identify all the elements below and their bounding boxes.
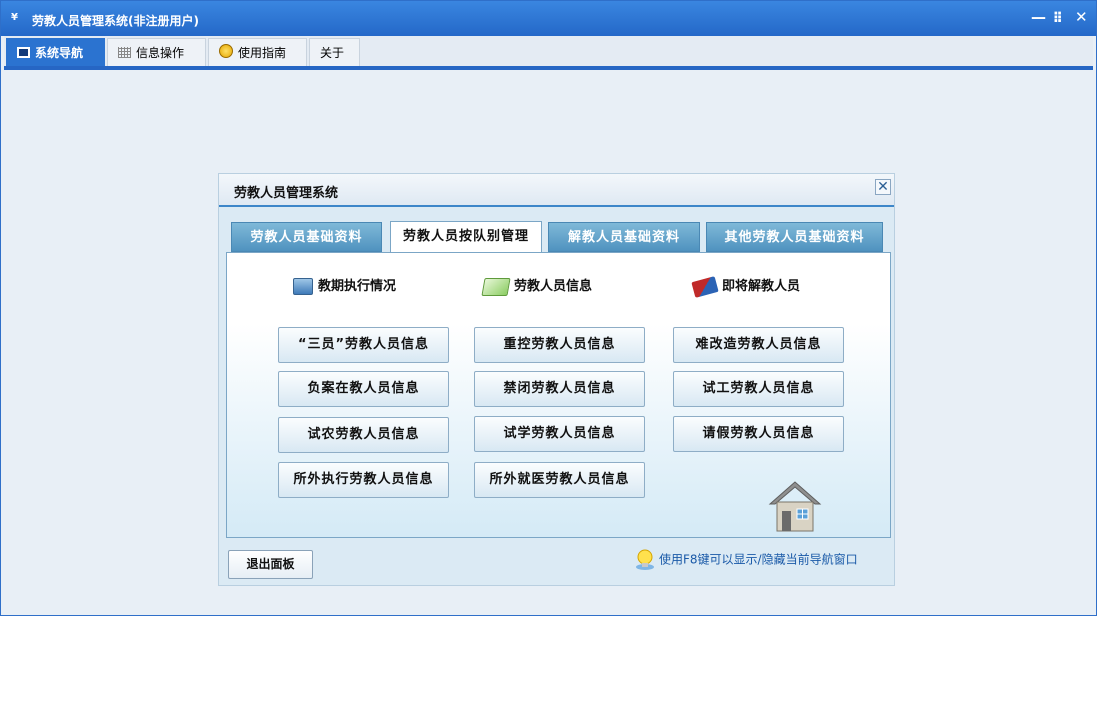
section-term-execution[interactable]: 教期执行情况	[293, 275, 396, 295]
nav-dialog: 劳教人员管理系统 ✕ 劳教人员基础资料 劳教人员按队别管理 解教人员基础资料 其…	[218, 173, 895, 586]
home-icon[interactable]	[768, 479, 822, 533]
tab-other-info[interactable]: 其他劳教人员基础资料	[706, 222, 883, 252]
dialog-header: 劳教人员管理系统 ✕	[219, 174, 894, 207]
menu-item-nav[interactable]: 系统导航	[6, 38, 105, 66]
pending-case-info-button[interactable]: 负案在教人员信息	[278, 371, 449, 407]
hint-text: 使用F8键可以显示/隐藏当前导航窗口	[659, 552, 858, 567]
menu-item-info[interactable]: 信息操作	[107, 38, 206, 66]
key-control-info-button[interactable]: 重控劳教人员信息	[474, 327, 645, 363]
exit-panel-button[interactable]: 退出面板	[228, 550, 313, 579]
tab-released-info[interactable]: 解教人员基础资料	[548, 222, 700, 252]
minimize-icon[interactable]: —	[1031, 8, 1046, 26]
nav-icon	[17, 47, 30, 58]
trial-farm-info-button[interactable]: 试农劳教人员信息	[278, 417, 449, 453]
restore-icon[interactable]: ⁝⁝	[1053, 8, 1063, 26]
guide-icon	[219, 44, 233, 58]
three-members-info-button[interactable]: “三员”劳教人员信息	[278, 327, 449, 363]
section-label: 即将解教人员	[722, 279, 801, 294]
monitor-icon	[293, 278, 313, 295]
tab-basic-info[interactable]: 劳教人员基础资料	[231, 222, 382, 252]
section-label: 劳教人员信息	[514, 279, 593, 294]
menu-bar: 系统导航 信息操作 使用指南 关于	[4, 36, 1093, 70]
trial-study-info-button[interactable]: 试学劳教人员信息	[474, 416, 645, 452]
trial-work-info-button[interactable]: 试工劳教人员信息	[673, 371, 844, 407]
dialog-title: 劳教人员管理系统	[234, 186, 339, 201]
confinement-info-button[interactable]: 禁闭劳教人员信息	[474, 371, 645, 407]
close-icon[interactable]: ✕	[1075, 8, 1088, 26]
window-title: 劳教人员管理系统(非注册用户)	[32, 14, 199, 28]
tab-panel: 教期执行情况 劳教人员信息 即将解教人员 “三员”劳教人员信息 重控劳教人员信息…	[226, 252, 891, 538]
menu-label: 使用指南	[238, 46, 287, 60]
section-label: 教期执行情况	[318, 279, 397, 294]
leave-info-button[interactable]: 请假劳教人员信息	[673, 416, 844, 452]
app-icon: ¥	[11, 12, 18, 23]
f8-hint: 使用F8键可以显示/隐藏当前导航窗口	[634, 548, 858, 572]
menu-label: 关于	[320, 46, 345, 60]
hard-reform-info-button[interactable]: 难改造劳教人员信息	[673, 327, 844, 363]
outside-execution-info-button[interactable]: 所外执行劳教人员信息	[278, 462, 449, 498]
section-person-info[interactable]: 劳教人员信息	[481, 275, 593, 296]
dialog-close-icon[interactable]: ✕	[875, 179, 891, 195]
menu-label: 系统导航	[35, 46, 84, 60]
tab-team-manage[interactable]: 劳教人员按队别管理	[390, 221, 542, 253]
menu-item-about[interactable]: 关于	[309, 38, 360, 66]
grid-icon	[118, 47, 131, 58]
card-icon	[481, 277, 511, 296]
lightbulb-icon	[636, 549, 654, 570]
book-icon	[691, 275, 719, 298]
menu-item-guide[interactable]: 使用指南	[208, 38, 307, 66]
menu-underline	[4, 66, 1093, 70]
outside-medical-info-button[interactable]: 所外就医劳教人员信息	[474, 462, 645, 498]
section-upcoming-release[interactable]: 即将解教人员	[691, 275, 801, 298]
menu-label: 信息操作	[136, 46, 185, 60]
title-bar: ¥ 劳教人员管理系统(非注册用户) — ⁝⁝ ✕	[1, 1, 1096, 36]
